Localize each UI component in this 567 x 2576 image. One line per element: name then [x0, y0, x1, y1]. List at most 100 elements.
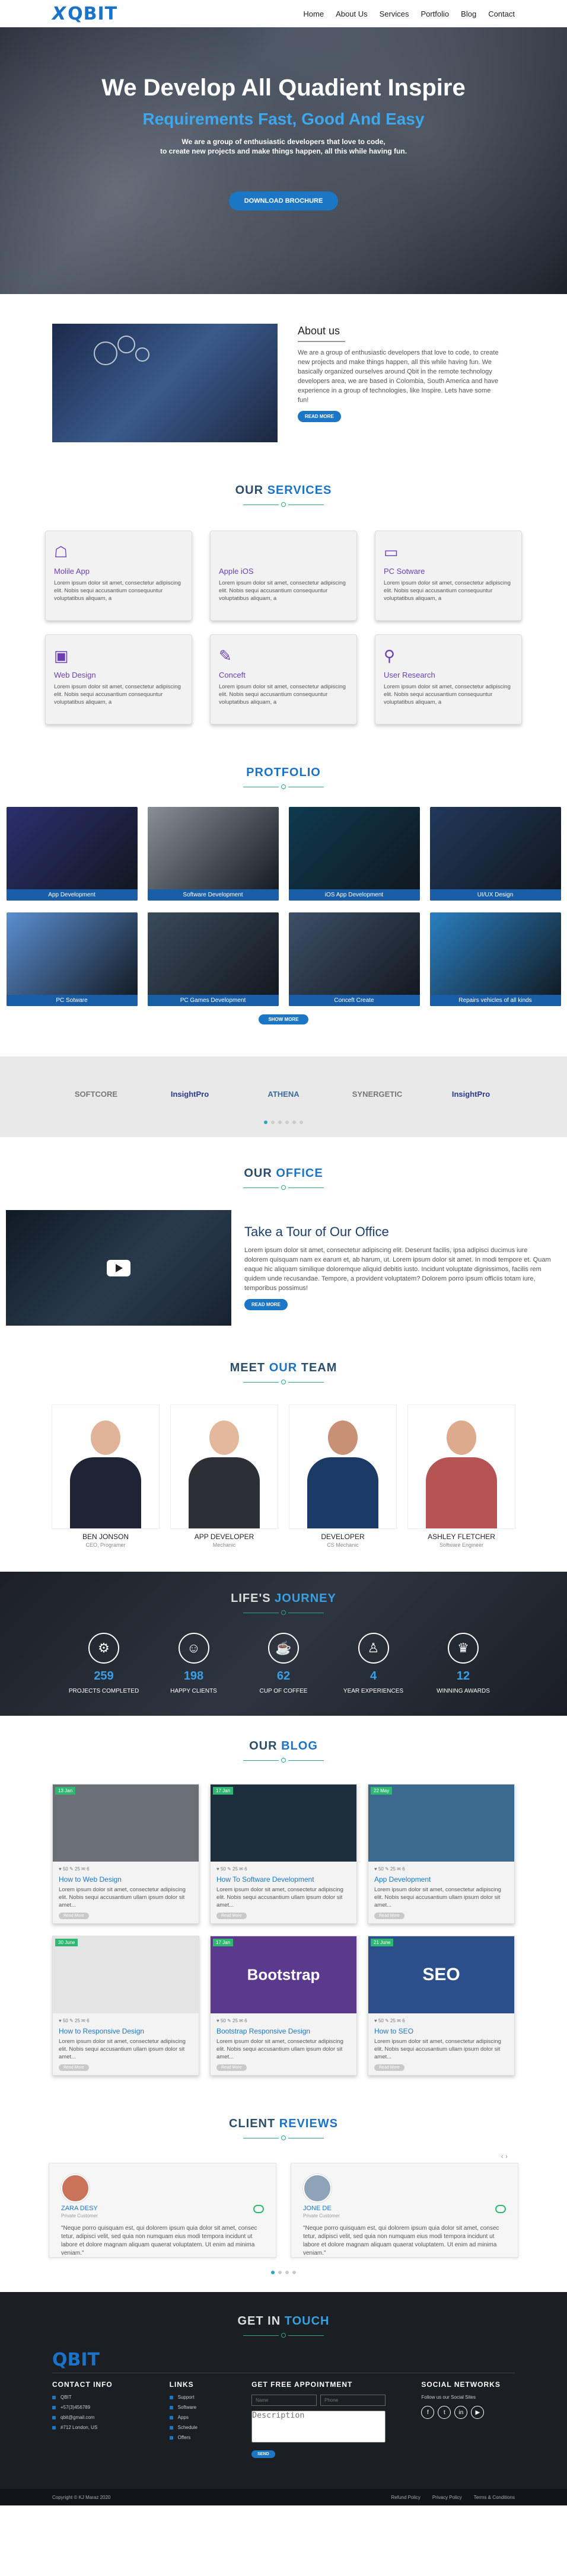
service-card[interactable]: ▭ PC Sotware Lorem ipsum dolor sit amet,… [375, 531, 522, 621]
client-logo[interactable]: ATHENA [253, 1085, 314, 1103]
blog-post[interactable]: 17 Jan ♥ 50 ✎ 25 ✉ 6 How To Software Dev… [210, 1784, 357, 1924]
name-input[interactable] [251, 2395, 317, 2406]
post-title[interactable]: App Development [368, 1872, 514, 1884]
carousel-dot[interactable] [271, 2271, 275, 2274]
carousel-dot[interactable] [264, 1121, 267, 1124]
blog-post[interactable]: 17 Jan Bootstrap ♥ 50 ✎ 25 ✉ 6 Bootstrap… [210, 1936, 357, 2076]
service-card[interactable]: ⚲ User Research Lorem ipsum dolor sit am… [375, 634, 522, 724]
link-bullet-icon [169, 2395, 173, 2399]
nav-about[interactable]: About Us [336, 9, 367, 18]
carousel-dot[interactable] [285, 1121, 289, 1124]
client-logo[interactable]: InsightPro [440, 1085, 502, 1103]
team-member[interactable]: APP DEVELOPER Mechanic [170, 1404, 278, 1548]
read-more-button[interactable]: Read More [374, 2064, 404, 2071]
post-title[interactable]: How to Web Design [53, 1872, 199, 1884]
post-title[interactable]: How to Responsive Design [53, 2023, 199, 2035]
linkedin-icon[interactable]: in [454, 2406, 468, 2419]
portfolio-item[interactable]: PC Sotware [6, 912, 138, 1006]
portfolio-item[interactable]: Repairs vehicles of all kinds [429, 912, 561, 1006]
hero-subtitle: Requirements Fast, Good And Easy [142, 110, 425, 128]
facebook-icon[interactable]: f [421, 2406, 435, 2419]
team-title-c: TEAM [297, 1361, 337, 1374]
read-more-button[interactable]: Read More [59, 1913, 89, 1919]
footer-link[interactable]: Schedule [169, 2425, 228, 2430]
blog-post[interactable]: 30 June ♥ 50 ✎ 25 ✉ 6 How to Responsive … [52, 1936, 199, 2076]
appointment-column: GET FREE APPOINTMENT SEND [251, 2380, 397, 2458]
terms-link[interactable]: Terms & Conditions [474, 2495, 515, 2500]
web-design-icon: ▣ [54, 647, 69, 665]
portfolio-item[interactable]: PC Games Development [147, 912, 279, 1006]
footer-link-label: Apps [177, 2415, 189, 2420]
carousel-dot[interactable] [285, 2271, 289, 2274]
refund-policy-link[interactable]: Refund Policy [391, 2495, 420, 2500]
service-card[interactable]: ▣ Web Design Lorem ipsum dolor sit amet,… [45, 634, 192, 724]
blog-title: OUR BLOG [0, 1739, 567, 1753]
carousel-dot[interactable] [300, 1121, 303, 1124]
carousel-arrows[interactable]: ‹ › [0, 2152, 567, 2160]
about-read-more-button[interactable]: READ MORE [298, 411, 341, 422]
nav-portfolio[interactable]: Portfolio [421, 9, 449, 18]
client-logo[interactable]: SYNERGETIC [346, 1085, 408, 1103]
office-video[interactable] [6, 1210, 231, 1326]
post-thumbnail[interactable]: 30 June [53, 1936, 199, 2013]
post-title[interactable]: How to SEO [368, 2023, 514, 2035]
carousel-dot[interactable] [292, 1121, 296, 1124]
service-card[interactable]: ✎ Conceft Lorem ipsum dolor sit amet, co… [210, 634, 357, 724]
post-thumbnail[interactable]: 13 Jan [53, 1785, 199, 1862]
post-thumbnail[interactable]: 21 June SEO [368, 1936, 514, 2013]
read-more-button[interactable]: Read More [216, 1913, 247, 1919]
nav-contact[interactable]: Contact [488, 9, 515, 18]
service-card[interactable]: ☖ Molile App Lorem ipsum dolor sit amet,… [45, 531, 192, 621]
portfolio-item[interactable]: iOS App Development [288, 807, 420, 901]
show-more-button[interactable]: SHOW MORE [259, 1014, 308, 1024]
download-brochure-button[interactable]: DOWNLOAD BROCHURE [228, 191, 339, 210]
description-input[interactable] [251, 2411, 386, 2443]
privacy-policy-link[interactable]: Privacy Policy [432, 2495, 462, 2500]
service-card[interactable]: Apple iOS Lorem ipsum dolor sit amet, co… [210, 531, 357, 621]
twitter-icon[interactable]: t [438, 2406, 451, 2419]
footer-link[interactable]: Software [169, 2405, 228, 2410]
read-more-button[interactable]: Read More [374, 1913, 404, 1919]
blog-post[interactable]: 13 Jan ♥ 50 ✎ 25 ✉ 6 How to Web Design L… [52, 1784, 199, 1924]
portfolio-item[interactable]: Software Development [147, 807, 279, 901]
carousel-dot[interactable] [292, 2271, 296, 2274]
phone-icon [52, 2405, 56, 2409]
footer-link[interactable]: Support [169, 2395, 228, 2400]
post-thumbnail[interactable]: 22 May [368, 1785, 514, 1862]
post-thumbnail[interactable]: 17 Jan Bootstrap [211, 1936, 356, 2013]
post-title[interactable]: Bootstrap Responsive Design [211, 2023, 356, 2035]
post-title[interactable]: How To Software Development [211, 1872, 356, 1884]
client-logo[interactable]: InsightPro [159, 1085, 221, 1103]
send-button[interactable]: SEND [251, 2450, 275, 2458]
portfolio-item[interactable]: Conceft Create [288, 912, 420, 1006]
blog-post[interactable]: 22 May ♥ 50 ✎ 25 ✉ 6 App Development Lor… [368, 1784, 515, 1924]
client-logo[interactable]: SOFTCORE [65, 1085, 127, 1103]
portfolio-item[interactable]: UI/UX Design [429, 807, 561, 901]
stat-label: HAPPY CLIENTS [170, 1688, 217, 1694]
brand-logo[interactable]: X QBIT [52, 4, 117, 24]
youtube-icon[interactable]: ▶ [471, 2406, 485, 2419]
office-read-more-button[interactable]: READ MORE [244, 1299, 288, 1310]
stat-number: 62 [276, 1670, 291, 1683]
nav-blog[interactable]: Blog [461, 9, 476, 18]
footer-link[interactable]: Offers [169, 2435, 228, 2440]
footer-logo[interactable]: QBIT [52, 2350, 515, 2370]
carousel-dot[interactable] [278, 2271, 282, 2274]
contact-value[interactable]: qbit@gmail.com [60, 2415, 94, 2420]
carousel-dot[interactable] [278, 1121, 282, 1124]
play-icon[interactable] [107, 1259, 130, 1276]
team-member[interactable]: BEN JONSON CEO, Programer [52, 1404, 160, 1548]
blog-post[interactable]: 21 June SEO ♥ 50 ✎ 25 ✉ 6 How to SEO Lor… [368, 1936, 515, 2076]
team-member[interactable]: DEVELOPER CS Mechanic [289, 1404, 397, 1548]
nav-services[interactable]: Services [380, 9, 409, 18]
portfolio-item[interactable]: App Development [6, 807, 138, 901]
footer-link[interactable]: Apps [169, 2415, 228, 2420]
carousel-dot[interactable] [271, 1121, 275, 1124]
team-member[interactable]: ASHLEY FLETCHER Software Engineer [407, 1404, 515, 1548]
nav-home[interactable]: Home [303, 9, 324, 18]
read-more-button[interactable]: Read More [59, 2064, 89, 2071]
phone-input[interactable] [320, 2395, 386, 2406]
about-image [52, 324, 278, 442]
read-more-button[interactable]: Read More [216, 2064, 247, 2071]
post-thumbnail[interactable]: 17 Jan [211, 1785, 356, 1862]
